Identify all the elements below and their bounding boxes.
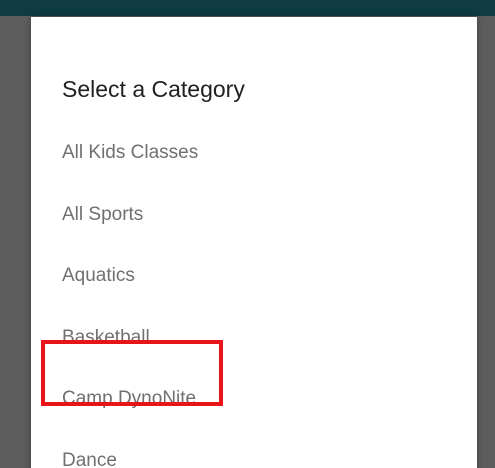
category-item-aquatics[interactable]: Aquatics xyxy=(31,245,477,307)
category-item-all-sports[interactable]: All Sports xyxy=(31,184,477,246)
category-item-basketball[interactable]: Basketball xyxy=(31,307,477,369)
category-list: All Kids Classes All Sports Aquatics Bas… xyxy=(31,122,477,468)
category-item-all-kids-classes[interactable]: All Kids Classes xyxy=(31,122,477,184)
category-item-dance[interactable]: Dance xyxy=(31,430,477,468)
category-item-camp-dynonite[interactable]: Camp DynoNite xyxy=(31,368,477,430)
dialog-title: Select a Category xyxy=(62,76,245,102)
category-dialog: Select a Category All Kids Classes All S… xyxy=(31,17,477,468)
screen: Select a Category All Kids Classes All S… xyxy=(0,0,495,468)
